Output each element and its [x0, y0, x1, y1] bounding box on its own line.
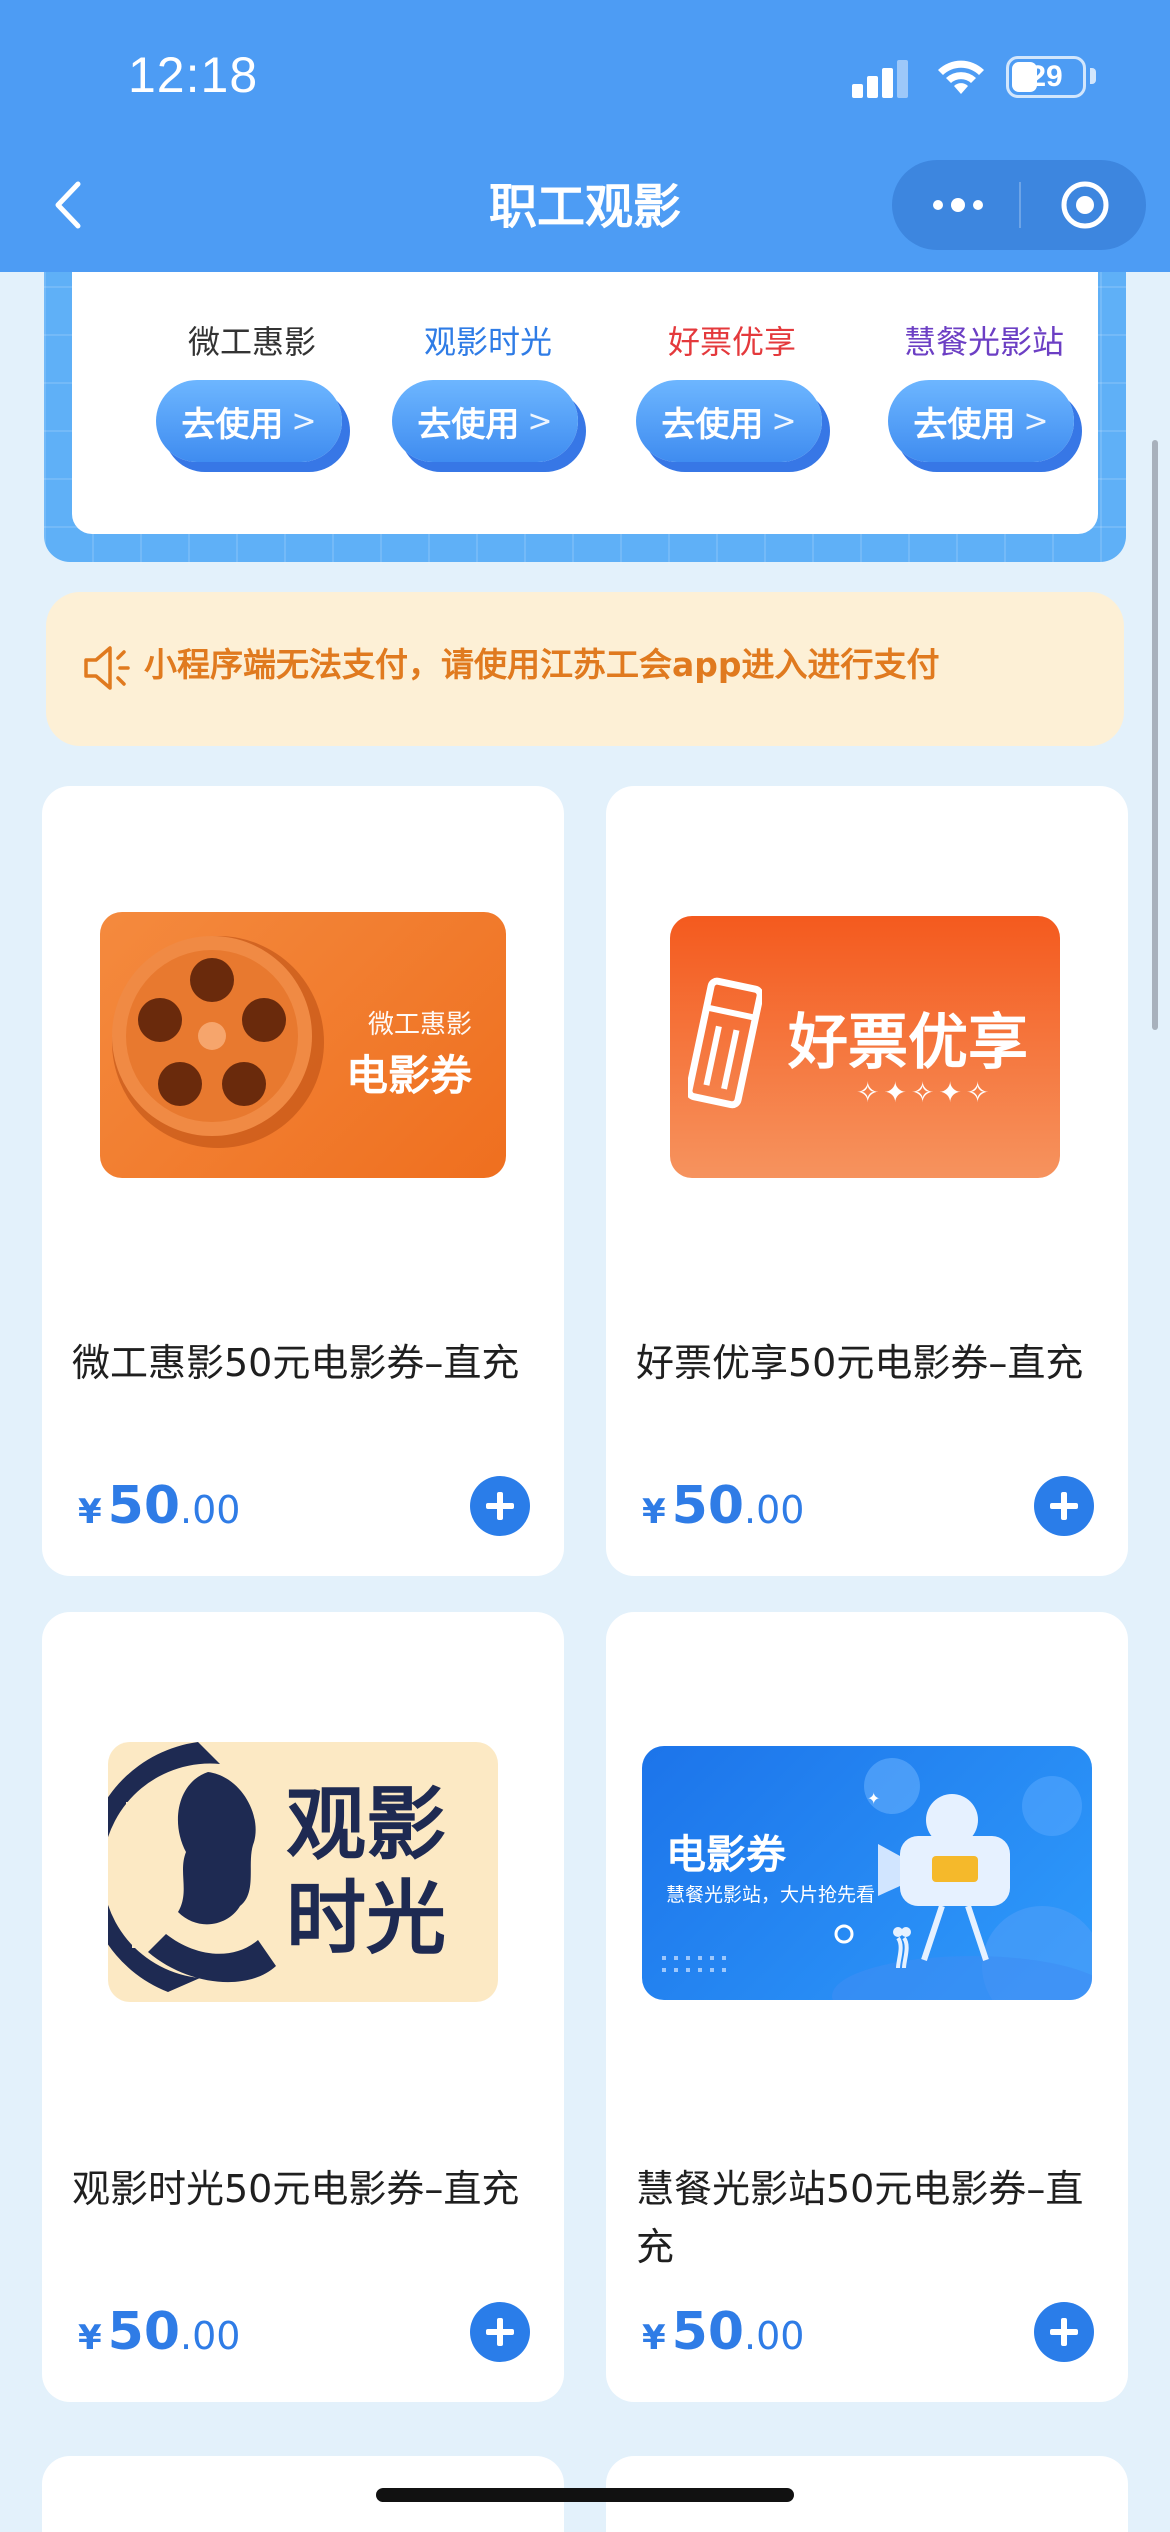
battery-level: 29: [1029, 60, 1063, 93]
film-reel-icon: [112, 936, 324, 1148]
product-title: 微工惠影50元电影券–直充: [72, 1341, 520, 1385]
thumbnail-label-line1: 观影: [286, 1778, 446, 1871]
svg-text:✦: ✦: [867, 1789, 880, 1808]
price-decimal: .00: [744, 2314, 805, 2358]
currency-symbol: ¥: [642, 2318, 666, 2358]
price-integer: 50: [107, 1476, 181, 1536]
chevron-right-icon: >: [1023, 403, 1049, 439]
shortcut-name: 好票优享: [667, 323, 796, 361]
add-to-cart-button[interactable]: [470, 1476, 530, 1536]
scrollbar[interactable]: [1152, 440, 1158, 1030]
shortcut-name: 观影时光: [423, 323, 552, 361]
battery-icon: 29: [1006, 56, 1086, 98]
use-button-haopiao[interactable]: 去使用 >: [636, 380, 822, 462]
price-decimal: .00: [180, 2314, 241, 2358]
thumbnail-brand: 微工惠影: [367, 1010, 472, 1040]
product-thumbnail: 好票优享 ✧✦✧✦✧: [670, 916, 1060, 1178]
film-silhouette-icon: [108, 1742, 276, 1992]
use-button-weigong[interactable]: 去使用 >: [156, 380, 342, 462]
chevron-right-icon: >: [771, 403, 797, 439]
product-thumbnail: ✦ 电影券 慧餐光影站，大片抢先看: [642, 1746, 1092, 2000]
close-miniprogram-icon[interactable]: [1058, 178, 1112, 232]
add-to-cart-button[interactable]: [470, 2302, 530, 2362]
wifi-icon: [938, 60, 984, 94]
product-thumbnail: 微工惠影 电影券: [100, 912, 506, 1178]
top-bar: 12:18 29 职工观影: [0, 0, 1170, 272]
product-thumbnail: 观影 时光: [108, 1742, 498, 2002]
use-button-huican[interactable]: 去使用 >: [888, 380, 1074, 462]
product-card-huican[interactable]: ✦ 电影券 慧餐光影站，大片抢先看 慧餐光影站50元电影券–直充 ¥50.00: [606, 1612, 1128, 2402]
shortcut-name: 微工惠影: [187, 323, 316, 361]
cellular-signal-icon: [852, 58, 912, 98]
ticket-icon: [688, 977, 762, 1109]
notice-text: 小程序端无法支付，请使用江苏工会app进入进行支付: [144, 645, 940, 684]
use-button-label: 去使用: [417, 404, 520, 445]
use-button-guanying[interactable]: 去使用 >: [392, 380, 578, 462]
price-decimal: .00: [744, 1488, 805, 1532]
thumbnail-label: 电影券: [666, 1832, 786, 1878]
price-decimal: .00: [180, 1488, 241, 1532]
thumbnail-subtitle: 慧餐光影站，大片抢先看: [666, 1884, 876, 1906]
currency-symbol: ¥: [78, 1492, 102, 1532]
product-card-haopiao[interactable]: 好票优享 ✧✦✧✦✧ 好票优享50元电影券–直充 ¥50.00: [606, 786, 1128, 1576]
miniprogram-capsule: [892, 160, 1146, 250]
product-card-weigong[interactable]: 微工惠影 电影券 微工惠影50元电影券–直充 ¥50.00: [42, 786, 564, 1576]
sparkle-decoration-icon: ✧✦✧✦✧: [856, 1076, 994, 1109]
thumbnail-label: 电影券: [345, 1051, 472, 1100]
product-price: ¥50.00: [78, 2302, 240, 2362]
product-price: ¥50.00: [642, 2302, 804, 2362]
shortcut-name: 慧餐光影站: [903, 323, 1064, 361]
product-card-guanying[interactable]: 观影 时光 观影时光50元电影券–直充 ¥50.00: [42, 1612, 564, 2402]
use-button-label: 去使用: [661, 404, 764, 445]
product-price: ¥50.00: [78, 1476, 240, 1536]
chevron-right-icon: >: [291, 403, 317, 439]
price-integer: 50: [107, 2302, 181, 2362]
add-to-cart-button[interactable]: [1034, 2302, 1094, 2362]
use-button-label: 去使用: [913, 404, 1016, 445]
product-title: 观影时光50元电影券–直充: [72, 2167, 520, 2211]
more-dots-icon[interactable]: [928, 188, 988, 222]
status-time: 12:18: [128, 47, 259, 103]
price-integer: 50: [671, 1476, 745, 1536]
add-to-cart-button[interactable]: [1034, 1476, 1094, 1536]
currency-symbol: ¥: [642, 1492, 666, 1532]
use-button-label: 去使用: [181, 404, 284, 445]
payment-notice: 小程序端无法支付，请使用江苏工会app进入进行支付: [46, 592, 1124, 746]
thumbnail-label: 好票优享: [788, 1008, 1028, 1078]
thumbnail-label-line2: 时光: [286, 1872, 446, 1965]
home-indicator[interactable]: [376, 2488, 794, 2502]
chevron-right-icon: >: [527, 403, 553, 439]
currency-symbol: ¥: [78, 2318, 102, 2358]
product-title: 好票优享50元电影券–直充: [636, 1341, 1084, 1385]
product-price: ¥50.00: [642, 1476, 804, 1536]
product-title: 慧餐光影站50元电影券–直充: [636, 2167, 1084, 2269]
speaker-icon: [84, 646, 130, 690]
price-integer: 50: [671, 2302, 745, 2362]
